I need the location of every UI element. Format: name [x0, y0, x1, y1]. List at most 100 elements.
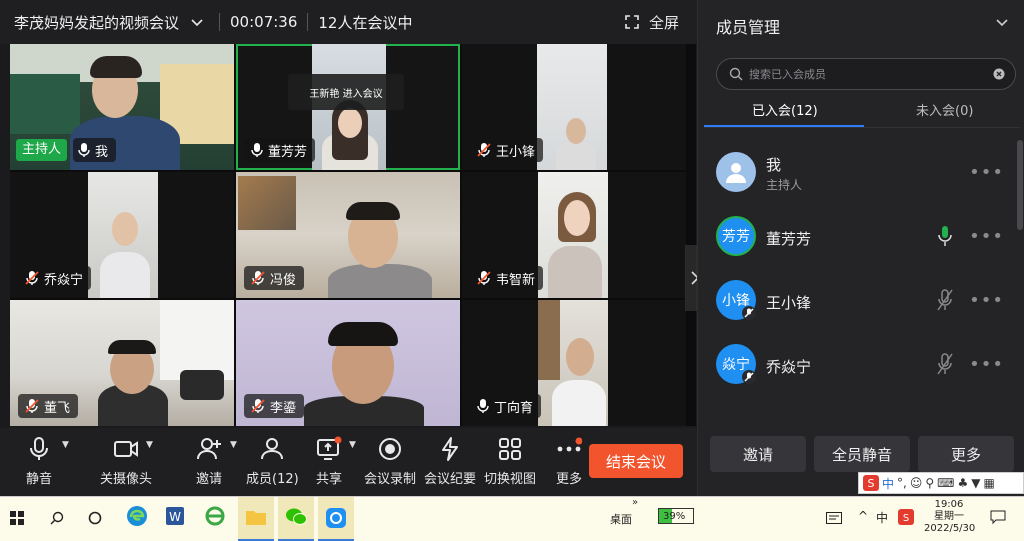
- name-badge: 韦智新: [470, 266, 544, 290]
- name-badge: 李鎏: [244, 394, 305, 418]
- fullscreen-button[interactable]: 全屏: [625, 0, 679, 44]
- member-more-button[interactable]: •••: [969, 290, 1004, 311]
- record-button[interactable]: 会议录制: [364, 436, 416, 487]
- participant-name: 韦智新: [496, 272, 536, 288]
- video-tile[interactable]: 韦智新: [462, 172, 686, 298]
- video-tile[interactable]: 主持人 我: [10, 44, 234, 170]
- caret-down-icon[interactable]: ▼: [146, 440, 153, 450]
- cortana-icon[interactable]: [88, 511, 102, 525]
- host-tag: 主持人: [16, 139, 68, 161]
- tray-chevron-icon[interactable]: ^: [858, 509, 868, 523]
- ai-minutes-icon: [442, 437, 458, 461]
- minutes-button[interactable]: 会议纪要: [424, 436, 476, 487]
- user-icon: [726, 163, 746, 183]
- member-row[interactable]: 焱宁 乔焱宁 •••: [716, 344, 1012, 388]
- sogou-tray-icon[interactable]: S: [898, 509, 914, 525]
- clock[interactable]: 19:06 星期一 2022/5/30: [924, 497, 976, 541]
- microphone-muted-icon: [25, 399, 39, 413]
- overflow-chevron-icon[interactable]: »: [632, 497, 638, 508]
- windows-start-icon[interactable]: [10, 511, 24, 525]
- ie-icon[interactable]: [204, 505, 226, 527]
- chevron-down-icon[interactable]: [189, 14, 205, 30]
- more-button[interactable]: 更多: [556, 436, 582, 487]
- clock-time: 19:06: [934, 499, 964, 510]
- tab-joined[interactable]: 已入会(12): [752, 100, 818, 119]
- video-tile[interactable]: 董飞: [10, 300, 234, 426]
- video-tile-active[interactable]: 王新艳 进入会议 董芳芳: [236, 44, 460, 170]
- member-more-button[interactable]: •••: [969, 162, 1004, 183]
- name-badge: 董飞: [18, 394, 79, 418]
- tab-divider: [704, 127, 1020, 128]
- clear-icon[interactable]: [993, 68, 1005, 80]
- share-button[interactable]: 共享: [316, 436, 342, 487]
- microphone-icon: [477, 399, 489, 413]
- microphone-muted-icon[interactable]: [936, 288, 954, 312]
- video-tile[interactable]: 李鎏: [236, 300, 460, 426]
- microphone-active-icon[interactable]: [936, 224, 954, 248]
- search-input[interactable]: [747, 66, 991, 82]
- members-button[interactable]: 成员(12): [246, 436, 299, 487]
- notification-icon[interactable]: [990, 509, 1006, 525]
- member-row[interactable]: 我 主持人 •••: [716, 152, 1012, 196]
- window-frame: [160, 300, 234, 380]
- chevron-down-icon[interactable]: [995, 16, 1009, 30]
- more-label: 更多: [556, 472, 583, 487]
- desktop-label[interactable]: 桌面: [610, 511, 632, 527]
- mute-label: 静音: [26, 472, 53, 487]
- video-tile[interactable]: 冯俊: [236, 172, 460, 298]
- file-explorer-button[interactable]: [238, 497, 274, 541]
- invite-button[interactable]: 邀请: [196, 436, 222, 487]
- tab-not-joined[interactable]: 未入会(0): [916, 100, 973, 119]
- caret-down-icon[interactable]: ▼: [62, 440, 69, 450]
- camera-button[interactable]: 关摄像头: [100, 436, 152, 487]
- participant-name: 董芳芳: [268, 144, 308, 160]
- invite-members-button[interactable]: 邀请: [710, 436, 806, 472]
- name-badge: 王小锋: [470, 138, 544, 162]
- microphone-muted-icon[interactable]: [936, 352, 954, 376]
- muted-badge-icon: [742, 370, 756, 384]
- mute-all-button[interactable]: 全员静音: [814, 436, 910, 472]
- video-tile[interactable]: 丁向育: [462, 300, 686, 426]
- tray-ime-indicator[interactable]: 中: [876, 509, 888, 526]
- participant-count: 12人在会议中: [318, 13, 413, 32]
- member-row[interactable]: 芳芳 董芳芳 •••: [716, 216, 1012, 260]
- switch-view-button[interactable]: 切换视图: [484, 436, 536, 487]
- ime-toolbar[interactable]: S 中 °, ☺ ⚲ ⌨ ♣ ▼ ▦: [858, 472, 1024, 494]
- end-meeting-button[interactable]: 结束会议: [589, 444, 683, 478]
- meeting-title[interactable]: 李茂妈妈发起的视频会议: [14, 12, 179, 33]
- participant-hair: [90, 56, 142, 78]
- clock-date: 2022/5/30: [924, 523, 976, 534]
- word-icon[interactable]: W: [164, 505, 186, 527]
- panel-more-button[interactable]: 更多: [918, 436, 1014, 472]
- video-tile[interactable]: 王小锋: [462, 44, 686, 170]
- svg-text:S: S: [903, 513, 909, 524]
- member-more-button[interactable]: •••: [969, 226, 1004, 247]
- wechat-button[interactable]: [278, 497, 314, 541]
- minutes-label: 会议纪要: [424, 472, 477, 487]
- avatar: 芳芳: [716, 216, 756, 256]
- view-label: 切换视图: [484, 472, 537, 487]
- tencent-meeting-button[interactable]: [318, 497, 354, 541]
- action-center-icon[interactable]: [826, 512, 842, 524]
- caret-down-icon[interactable]: ▼: [349, 440, 356, 450]
- mute-button[interactable]: 静音: [26, 436, 52, 487]
- bookshelf: [538, 300, 560, 380]
- video-tile[interactable]: 乔焱宁: [10, 172, 234, 298]
- member-list-scrollbar[interactable]: [1017, 140, 1023, 230]
- member-search[interactable]: [716, 58, 1016, 90]
- record-icon: [379, 438, 401, 460]
- member-more-button[interactable]: •••: [969, 354, 1004, 375]
- participant-hair: [108, 340, 156, 354]
- participant-head: [566, 118, 586, 144]
- microphone-muted-icon: [477, 143, 491, 157]
- voice-icon: ⚲: [925, 476, 935, 490]
- name-badge: 董芳芳: [244, 138, 316, 162]
- edge-icon[interactable]: [126, 505, 148, 527]
- add-user-icon: [197, 438, 221, 460]
- caret-down-icon[interactable]: ▼: [230, 440, 237, 450]
- member-row[interactable]: 小锋 王小锋 •••: [716, 280, 1012, 324]
- microphone-icon: [30, 437, 48, 460]
- microphone-icon: [78, 143, 90, 157]
- meeting-timer: 00:07:36: [230, 13, 298, 31]
- search-icon[interactable]: [50, 511, 64, 525]
